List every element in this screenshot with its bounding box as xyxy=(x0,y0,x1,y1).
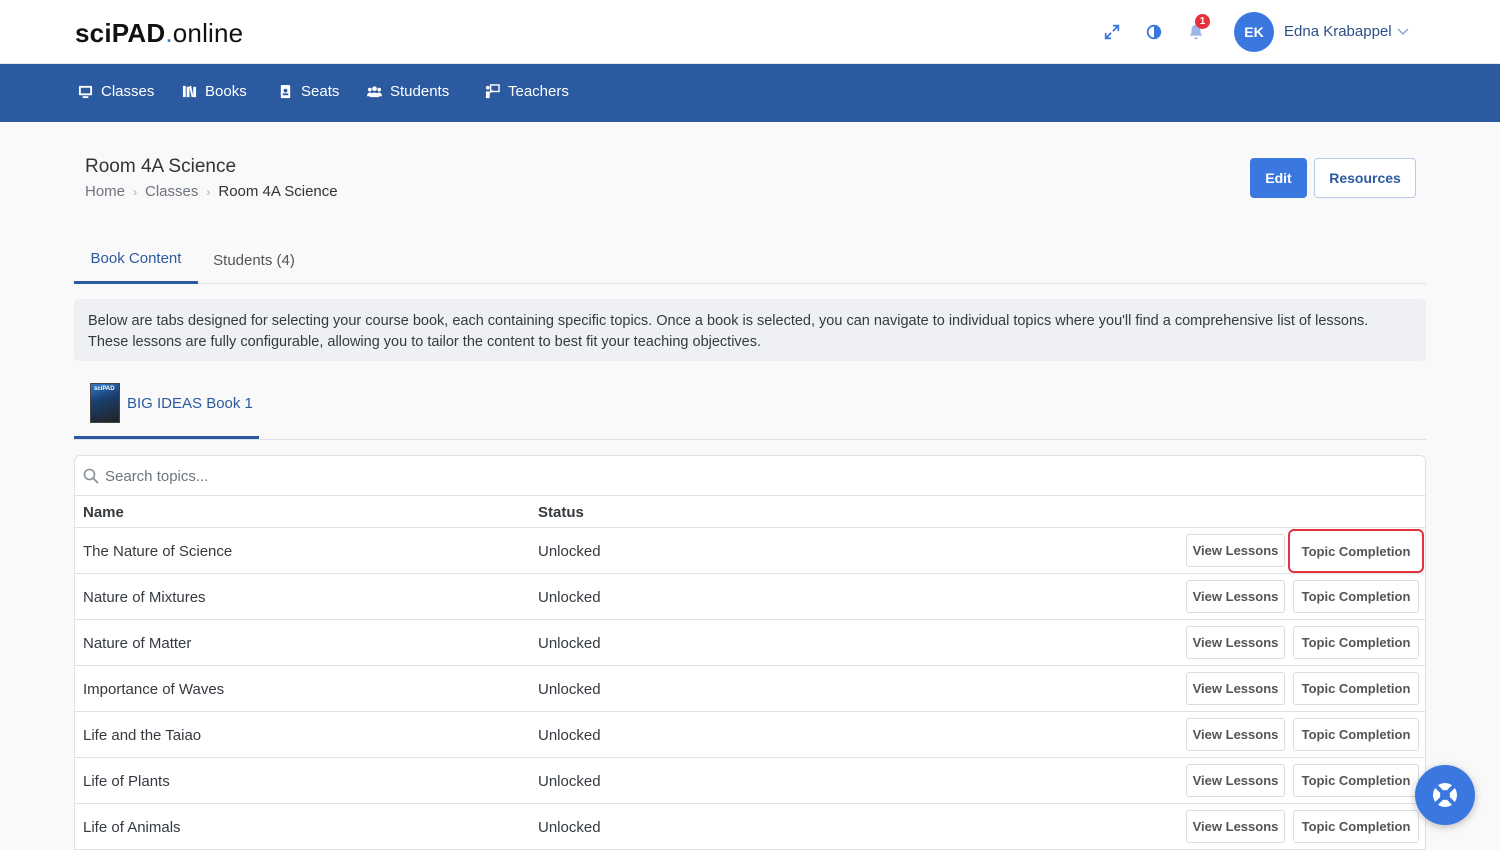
classes-icon xyxy=(78,85,93,99)
topic-completion-button[interactable]: Topic Completion xyxy=(1288,529,1424,573)
book-cover-text: sciPAD xyxy=(94,386,115,392)
topic-name: Nature of Matter xyxy=(83,635,192,652)
view-lessons-button[interactable]: View Lessons xyxy=(1186,764,1285,797)
info-description: Below are tabs designed for selecting yo… xyxy=(74,299,1426,361)
nav-item-label: Teachers xyxy=(508,83,569,100)
logo-dot: . xyxy=(165,18,173,48)
nav-item-books[interactable]: Books xyxy=(182,83,247,100)
nav-item-students[interactable]: Students xyxy=(367,83,449,100)
nav-item-label: Seats xyxy=(301,83,340,100)
edit-button[interactable]: Edit xyxy=(1250,158,1307,198)
book-tab-big-ideas-1[interactable]: sciPAD BIG IDEAS Book 1 xyxy=(74,370,259,439)
book-tab-label: BIG IDEAS Book 1 xyxy=(127,394,253,412)
view-lessons-button[interactable]: View Lessons xyxy=(1186,672,1285,705)
breadcrumb: Home › Classes › Room 4A Science xyxy=(85,183,338,200)
book-tabs: sciPAD BIG IDEAS Book 1 xyxy=(74,370,1426,440)
contrast-toggle-icon[interactable] xyxy=(1144,22,1164,42)
teachers-icon xyxy=(485,84,500,99)
view-lessons-button[interactable]: View Lessons xyxy=(1186,580,1285,613)
students-icon xyxy=(367,86,382,98)
column-header-name[interactable]: Name xyxy=(83,504,124,521)
view-lessons-button[interactable]: View Lessons xyxy=(1186,810,1285,843)
topic-name: Nature of Mixtures xyxy=(83,589,206,606)
table-row: Life and the Taiao Unlocked View Lessons… xyxy=(75,712,1425,758)
topic-completion-button[interactable]: Topic Completion xyxy=(1293,718,1419,751)
topic-name: Life of Plants xyxy=(83,773,170,790)
nav-item-label: Students xyxy=(390,83,450,100)
topic-status: Unlocked xyxy=(538,589,601,606)
topic-name: Importance of Waves xyxy=(83,681,225,698)
topic-completion-button[interactable]: Topic Completion xyxy=(1293,764,1419,797)
breadcrumb-separator-icon: › xyxy=(206,184,211,199)
column-header-status[interactable]: Status xyxy=(538,504,584,521)
top-header: sciPAD.online 1 EK Edna Krabappel xyxy=(0,0,1500,64)
books-icon xyxy=(182,85,197,98)
search-bar xyxy=(75,456,1425,496)
topic-status: Unlocked xyxy=(538,681,601,698)
scipad-logo[interactable]: sciPAD.online xyxy=(75,18,243,49)
help-lifebuoy-button[interactable] xyxy=(1415,765,1475,825)
notification-count-badge: 1 xyxy=(1195,14,1210,29)
seats-icon xyxy=(280,84,291,99)
topic-status: Unlocked xyxy=(538,543,601,560)
topic-name: The Nature of Science xyxy=(83,543,233,560)
topic-status: Unlocked xyxy=(538,773,601,790)
breadcrumb-separator-icon: › xyxy=(133,184,138,199)
tab-students[interactable]: Students (4) xyxy=(200,236,308,284)
page-title: Room 4A Science xyxy=(85,156,237,177)
topic-status: Unlocked xyxy=(538,635,601,652)
table-header: Name Status xyxy=(75,496,1425,528)
tab-book-content[interactable]: Book Content xyxy=(74,236,198,284)
lifebuoy-icon xyxy=(1433,783,1457,807)
breadcrumb-current: Room 4A Science xyxy=(218,183,338,200)
table-row: Nature of Matter Unlocked View Lessons T… xyxy=(75,620,1425,666)
topic-name: Life and the Taiao xyxy=(83,727,202,744)
resources-button[interactable]: Resources xyxy=(1314,158,1416,198)
topics-table: Name Status The Nature of Science Unlock… xyxy=(74,455,1426,850)
book-cover-image: sciPAD xyxy=(90,383,120,423)
user-name[interactable]: Edna Krabappel xyxy=(1284,23,1392,40)
breadcrumb-home[interactable]: Home xyxy=(85,183,125,200)
chevron-down-icon[interactable] xyxy=(1396,24,1410,38)
class-tabs: Book Content Students (4) xyxy=(74,236,1426,284)
table-row: Nature of Mixtures Unlocked View Lessons… xyxy=(75,574,1425,620)
topic-name: Life of Animals xyxy=(83,819,181,836)
logo-text-main: sciPAD xyxy=(75,18,166,48)
topic-status: Unlocked xyxy=(538,819,601,836)
breadcrumb-classes[interactable]: Classes xyxy=(145,183,198,200)
topic-completion-button[interactable]: Topic Completion xyxy=(1293,810,1419,843)
logo-text-suffix: online xyxy=(172,18,244,48)
topic-completion-button[interactable]: Topic Completion xyxy=(1293,580,1419,613)
table-row: Importance of Waves Unlocked View Lesson… xyxy=(75,666,1425,712)
view-lessons-button[interactable]: View Lessons xyxy=(1186,534,1285,567)
nav-item-label: Books xyxy=(205,83,247,100)
main-navbar: Classes Books Seats Students Teachers xyxy=(0,64,1500,122)
topic-completion-button[interactable]: Topic Completion xyxy=(1293,626,1419,659)
view-lessons-button[interactable]: View Lessons xyxy=(1186,718,1285,751)
topic-status: Unlocked xyxy=(538,727,601,744)
table-row: Life of Plants Unlocked View Lessons Top… xyxy=(75,758,1425,804)
search-icon xyxy=(83,468,99,484)
fullscreen-icon[interactable] xyxy=(1102,22,1122,42)
view-lessons-button[interactable]: View Lessons xyxy=(1186,626,1285,659)
user-avatar[interactable]: EK xyxy=(1234,12,1274,52)
topic-completion-button[interactable]: Topic Completion xyxy=(1293,672,1419,705)
nav-item-teachers[interactable]: Teachers xyxy=(485,83,569,100)
nav-item-seats[interactable]: Seats xyxy=(278,83,339,100)
search-input[interactable] xyxy=(105,464,1405,488)
table-row: Life of Animals Unlocked View Lessons To… xyxy=(75,804,1425,850)
table-row: The Nature of Science Unlocked View Less… xyxy=(75,528,1425,574)
nav-item-label: Classes xyxy=(101,83,155,100)
nav-item-classes[interactable]: Classes xyxy=(78,83,154,100)
